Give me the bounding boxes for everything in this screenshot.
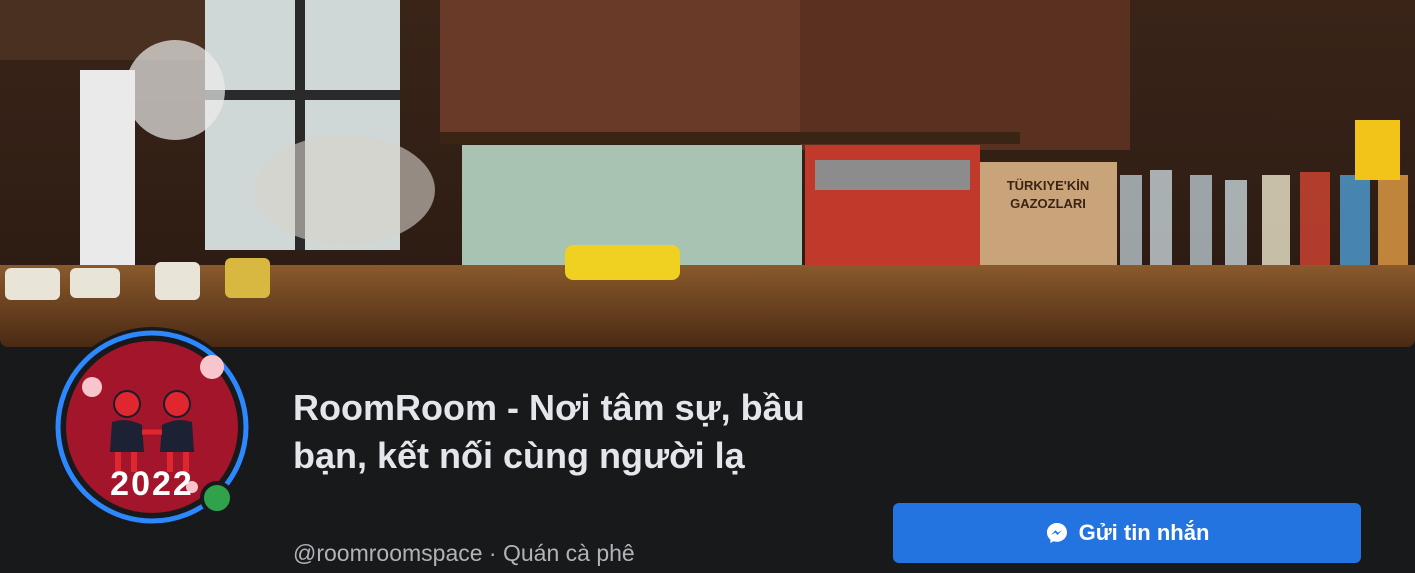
page-handle[interactable]: @roomroomspace [293,540,483,566]
page-category[interactable]: Quán cà phê [503,540,635,566]
send-message-button[interactable]: Gửi tin nhắn [893,503,1361,563]
send-message-label: Gửi tin nhắn [1078,520,1210,545]
page-subtitle: @roomroomspace · Quán cà phê [293,538,635,568]
page-title: RoomRoom - Nơi tâm sự, bầu bạn, kết nối … [293,387,805,476]
online-status-indicator [200,481,234,515]
avatar-year-text: 2022 [110,465,194,503]
box-text-2: GAZOZLARI [1010,196,1086,211]
cover-photo[interactable]: TÜRKIYE'KİN GAZOZLARI [0,0,1415,347]
subtitle-separator: · [482,540,503,566]
messenger-icon [1045,521,1069,545]
box-text-1: TÜRKIYE'KİN [1007,178,1090,193]
